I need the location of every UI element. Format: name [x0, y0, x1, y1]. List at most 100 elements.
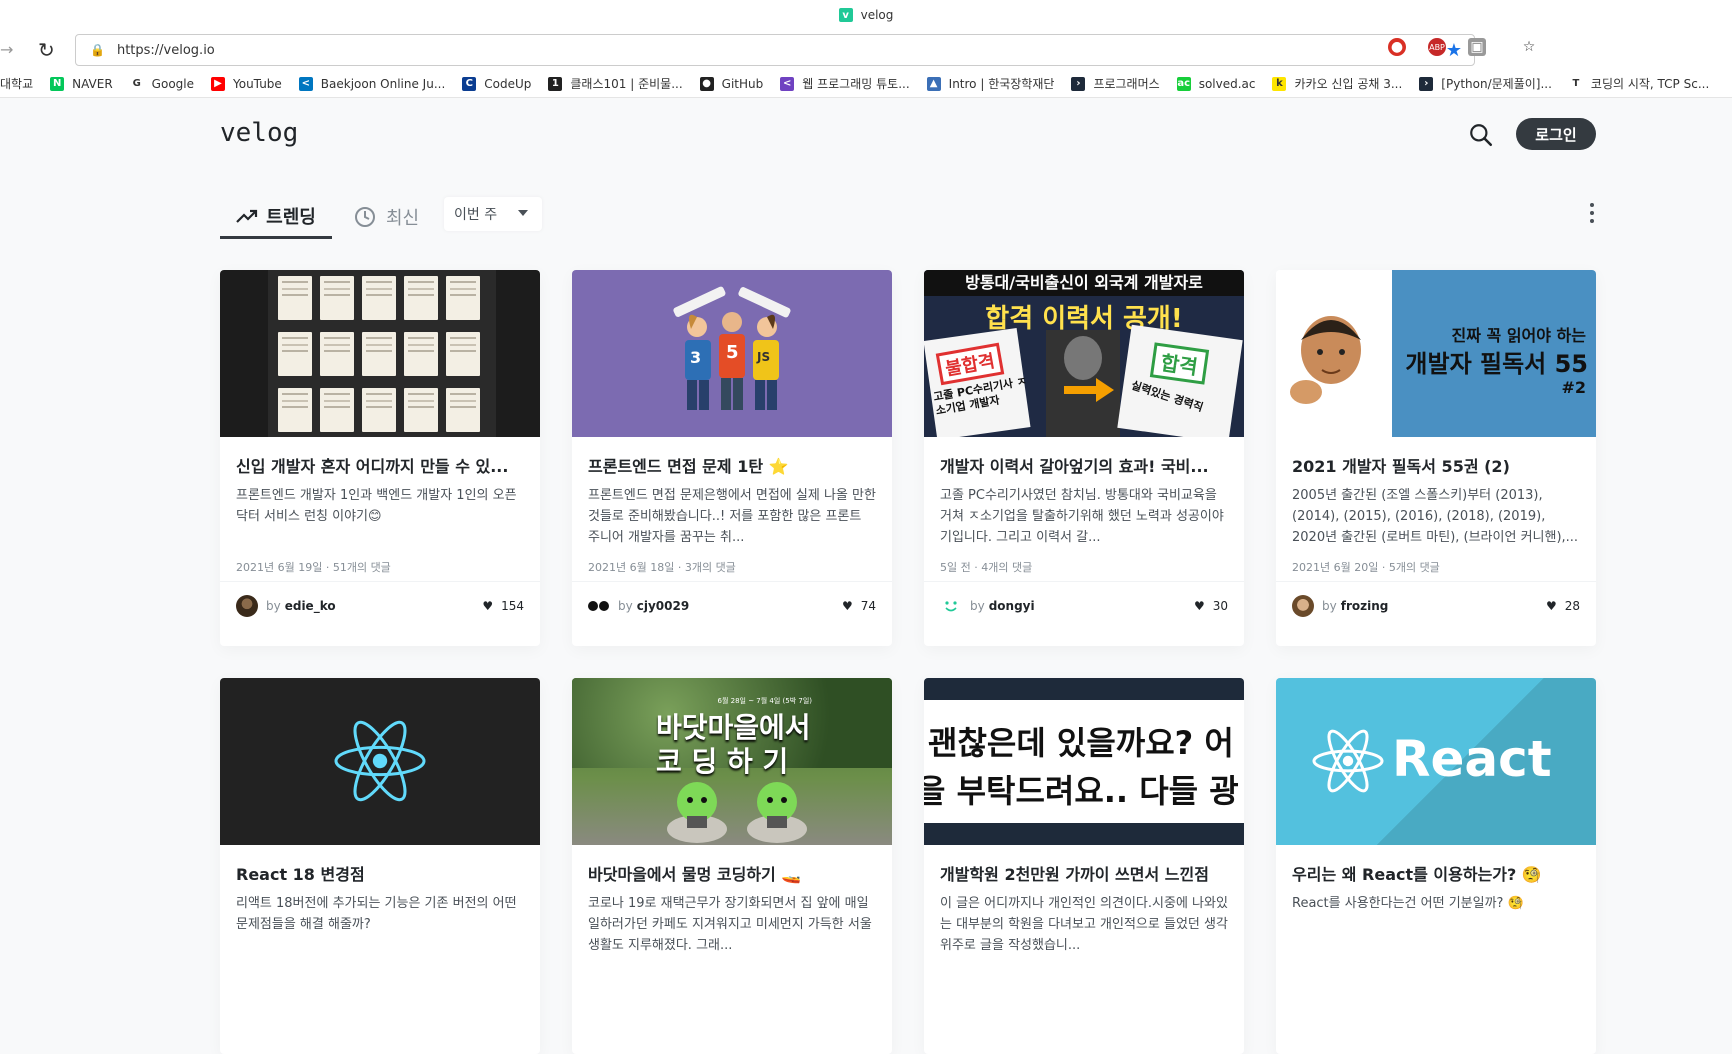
post-thumbnail[interactable]: 진짜 꼭 읽어야 하는 개발자 필독서 55 #2: [1276, 270, 1596, 437]
bookmark-item[interactable]: › 프로그래머스: [1071, 75, 1160, 92]
post-author[interactable]: dongyi: [989, 599, 1035, 613]
post-title[interactable]: 프론트엔드 면접 문제 1탄 ⭐: [588, 453, 876, 477]
post-title[interactable]: React 18 변경점: [236, 861, 524, 885]
avatar[interactable]: [588, 595, 610, 617]
lock-icon: 🔒: [90, 43, 105, 57]
codeup-icon: C: [462, 76, 477, 91]
trending-icon: [236, 209, 258, 223]
post-title[interactable]: 바닷마을에서 물멍 코딩하기 🚤: [588, 861, 876, 885]
period-label: 이번 주: [454, 207, 498, 223]
like-count: 74: [860, 598, 876, 613]
post-body: 바닷마을에서 물멍 코딩하기 🚤 코로나 19로 재택근무가 장기화되면서 집 앞…: [572, 845, 892, 989]
post-card[interactable]: 3 5 JS 프론트엔드 면접 문제 1탄 ⭐ 프론트엔드 면접 문제은행에서 면접에 …: [572, 270, 892, 646]
note-sheet: [446, 332, 480, 376]
bookmark-item[interactable]: ● GitHub: [699, 76, 763, 91]
post-likes: ♥ 28: [1546, 599, 1580, 613]
site-logo[interactable]: velog: [220, 118, 298, 148]
bookmark-item[interactable]: › [Python/문제풀이]...: [1419, 75, 1552, 92]
post-title[interactable]: 개발자 이력서 갈아엎기의 효과! 국비...: [940, 453, 1228, 477]
more-options-icon[interactable]: [1582, 201, 1602, 225]
extension-icon[interactable]: ●: [1388, 38, 1406, 56]
by-label: by: [970, 598, 985, 613]
kakao-icon: k: [1272, 76, 1287, 91]
post-author[interactable]: cjy0029: [637, 599, 689, 613]
post-card[interactable]: 신입 개발자 혼자 어디까지 만들 수 있... 프론트엔드 개발자 1인과 백엔…: [220, 270, 540, 646]
bookmark-item[interactable]: 대학교: [0, 75, 33, 92]
avatar[interactable]: [1292, 594, 1314, 617]
post-title[interactable]: 신입 개발자 혼자 어디까지 만들 수 있...: [236, 453, 524, 477]
extensions-icon[interactable]: ▣: [1468, 38, 1486, 56]
note-sheet: [278, 276, 312, 320]
favorites-icon[interactable]: ☆: [1520, 38, 1538, 56]
bookmark-item[interactable]: G Google: [129, 76, 194, 91]
browser-tab[interactable]: v velog: [0, 0, 1732, 30]
avatar[interactable]: [236, 594, 258, 617]
like-count: 154: [501, 598, 524, 613]
post-title[interactable]: 우리는 왜 React를 이용하는가? 🧐: [1292, 861, 1580, 885]
bookmark-item[interactable]: ▶ YouTube: [211, 76, 282, 91]
bookmark-label: Baekjoon Online Ju...: [320, 76, 446, 91]
note-sheet: [446, 276, 480, 320]
post-description: 프론트엔드 면접 문제은행에서 면접에 실제 나올 만한 것들로 준비해봤습니다…: [588, 488, 876, 545]
post-thumbnail[interactable]: [220, 270, 540, 437]
note-sheet: [320, 388, 354, 432]
post-card[interactable]: 6월 28일 ~ 7월 4일 (5박 7일) 바닷마을에서 코 딩 하 기 바닷마을에…: [572, 678, 892, 1054]
post-thumbnail[interactable]: 괜찮은데 있을까요? 어을 부탁드려요.. 다들 광: [924, 678, 1244, 845]
bookmark-item[interactable]: k 카카오 신입 공채 3...: [1272, 75, 1402, 92]
note-sheet: [278, 332, 312, 376]
bookmark-item[interactable]: C CodeUp: [462, 76, 531, 91]
reload-icon[interactable]: ↻: [38, 38, 55, 62]
post-thumbnail[interactable]: 6월 28일 ~ 7월 4일 (5박 7일) 바닷마을에서 코 딩 하 기: [572, 678, 892, 845]
post-author[interactable]: edie_ko: [285, 599, 336, 613]
post-title[interactable]: 2021 개발자 필독서 55권 (2): [1292, 453, 1580, 477]
react-logo-icon: [334, 720, 426, 802]
youtube-icon: ▶: [211, 76, 225, 91]
adblock-icon[interactable]: ABP: [1428, 38, 1446, 56]
avatar[interactable]: [940, 595, 962, 617]
tab-recent-label: 최신: [386, 208, 420, 229]
by-label: by: [266, 598, 281, 613]
bookmark-label: 프로그래머스: [1093, 77, 1160, 91]
bookmark-item[interactable]: ▲ Intro | 한국장학재단: [926, 75, 1054, 92]
post-likes: ♥ 74: [842, 599, 876, 613]
post-thumbnail[interactable]: React: [1276, 678, 1596, 845]
post-card[interactable]: 괜찮은데 있을까요? 어을 부탁드려요.. 다들 광개발학원 2천만원 가까이 …: [924, 678, 1244, 1054]
books-line2: 개발자 필독서 55: [1405, 350, 1588, 378]
post-title[interactable]: 개발학원 2천만원 가까이 쓰면서 느낀점: [940, 861, 1228, 885]
post-thumbnail[interactable]: 방통대/국비출신이 외국계 개발자로 합격 이력서 공개! 불합격 고졸 PC수리기사…: [924, 270, 1244, 437]
bookmark-item[interactable]: ac solved.ac: [1176, 76, 1255, 91]
forward-arrow-icon[interactable]: →: [0, 40, 13, 59]
post-body: 신입 개발자 혼자 어디까지 만들 수 있... 프론트엔드 개발자 1인과 백엔…: [220, 437, 540, 581]
bookmark-star-icon[interactable]: ★: [1446, 40, 1462, 61]
tab-trending[interactable]: 트렌딩: [220, 195, 332, 239]
tab-title: velog: [860, 8, 894, 22]
caret-down-icon: [518, 210, 528, 216]
bookmark-item[interactable]: < Baekjoon Online Ju...: [298, 76, 446, 91]
bookmark-item[interactable]: 1 클래스101 | 준비물...: [548, 75, 683, 92]
bookmark-item[interactable]: N NAVER: [50, 76, 113, 91]
post-likes: ♥ 30: [1194, 599, 1228, 613]
sea-dates: 6월 28일 ~ 7월 4일 (5박 7일): [717, 697, 813, 705]
address-bar[interactable]: 🔒 https://velog.io ★: [75, 34, 1475, 66]
post-author[interactable]: frozing: [1341, 599, 1389, 613]
post-footer: by frozing ♥ 28: [1276, 581, 1596, 629]
url-text: https://velog.io: [116, 42, 215, 58]
bookmark-label: 클래스101 | 준비물...: [570, 77, 683, 91]
tab-recent[interactable]: 최신: [354, 195, 419, 239]
post-card[interactable]: 방통대/국비출신이 외국계 개발자로 합격 이력서 공개! 불합격 고졸 PC수리기사…: [924, 270, 1244, 646]
post-card[interactable]: React 18 변경점 리액트 18버전에 추가되는 기능은 기존 버전의 어떤…: [220, 678, 540, 1054]
bookmark-label: [Python/문제풀이]...: [1441, 77, 1552, 91]
post-description: 고졸 PC수리기사였던 참치님. 방통대와 국비교육을 거쳐 ㅈ소기업을 탈출하…: [940, 488, 1224, 545]
period-select[interactable]: 이번 주: [444, 197, 542, 231]
post-meta: 2021년 6월 20일 · 5개의 댓글: [1292, 561, 1440, 574]
bookmark-item[interactable]: T 코딩의 시작, TCP Sc...: [1568, 75, 1710, 92]
search-icon[interactable]: [1468, 122, 1494, 148]
bookmark-item[interactable]: < 웹 프로그래밍 튜토...: [780, 75, 910, 92]
bookmark-label: 코딩의 시작, TCP Sc...: [1590, 77, 1710, 91]
post-thumbnail[interactable]: 3 5 JS: [572, 270, 892, 437]
login-button[interactable]: 로그인: [1516, 118, 1596, 150]
post-thumbnail[interactable]: [220, 678, 540, 845]
post-card[interactable]: React 우리는 왜 React를 이용하는가? 🧐 React를 사용한다는건 …: [1276, 678, 1596, 1054]
post-card[interactable]: 진짜 꼭 읽어야 하는 개발자 필독서 55 #2 2021 개발자 필독서 55권 …: [1276, 270, 1596, 646]
naver-icon: N: [50, 76, 65, 91]
